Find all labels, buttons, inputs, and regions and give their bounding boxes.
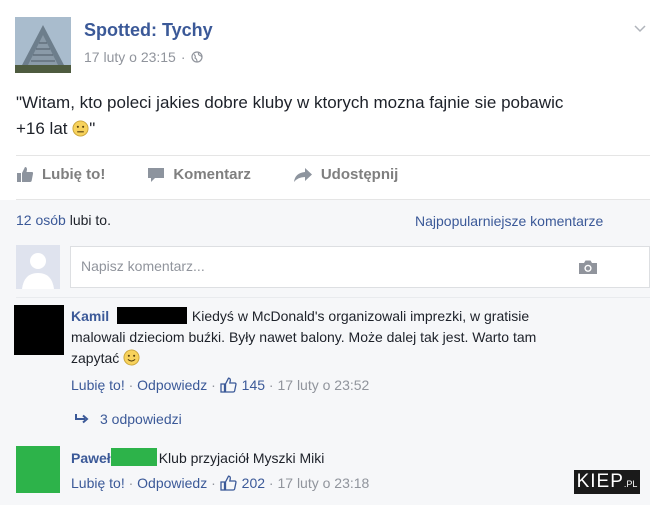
watermark-suffix: .PL bbox=[623, 479, 638, 489]
redaction-bar bbox=[117, 307, 188, 324]
post-text-end: " bbox=[89, 119, 96, 138]
building-image bbox=[15, 17, 71, 73]
comment-input[interactable] bbox=[79, 257, 563, 275]
comment-timestamp[interactable]: 17 luty o 23:18 bbox=[277, 475, 369, 491]
comment-text-part: malowali dzieciom buźki. Były nawet balo… bbox=[71, 329, 537, 345]
comment-like-link[interactable]: Lubię to! bbox=[71, 377, 125, 393]
comment-icon bbox=[148, 167, 165, 182]
comment-text: Kamil Kiedyś w McDonald's organizowali i… bbox=[71, 306, 631, 369]
sort-comments-link[interactable]: Najpopularniejsze komentarze bbox=[415, 213, 603, 229]
divider bbox=[16, 155, 650, 156]
post-meta: 17 luty o 23:15 · bbox=[84, 49, 203, 65]
divider bbox=[16, 199, 650, 200]
user-avatar bbox=[16, 245, 60, 289]
comment-button[interactable]: Komentarz bbox=[147, 166, 251, 183]
comment-button-label: Komentarz bbox=[173, 166, 251, 183]
comment-text-part: zapytać bbox=[71, 350, 120, 366]
like-button-label: Lubię to! bbox=[42, 166, 106, 183]
replies-count: 3 odpowiedzi bbox=[100, 411, 182, 427]
post-text: "Witam, kto poleci jakies dobre kluby w … bbox=[16, 90, 646, 142]
commenter-avatar[interactable] bbox=[16, 446, 60, 493]
post-text-line2: +16 lat bbox=[16, 119, 68, 138]
watermark-main: KIEP bbox=[576, 471, 624, 492]
comment-actions: Lubię to! · Odpowiedz · 145 · 17 luty o … bbox=[71, 377, 370, 393]
divider bbox=[16, 297, 650, 298]
comment-reply-link[interactable]: Odpowiedz bbox=[137, 475, 207, 491]
camera-icon[interactable] bbox=[578, 259, 598, 275]
thumbs-up-icon bbox=[220, 377, 237, 393]
thumbs-up-icon bbox=[17, 167, 34, 182]
chevron-down-icon[interactable] bbox=[634, 20, 646, 36]
comment-text-part: Klub przyjaciół Myszki Miki bbox=[158, 450, 325, 466]
comment-text-part: Kiedyś w McDonald's organizowali imprezk… bbox=[191, 308, 530, 324]
globe-icon bbox=[190, 51, 203, 63]
post-actions: Lubię to! Komentarz Udostępnij bbox=[16, 166, 440, 183]
post-text-line1: "Witam, kto poleci jakies dobre kluby w … bbox=[16, 93, 564, 112]
comment-actions: Lubię to! · Odpowiedz · 202 · 17 luty o … bbox=[71, 475, 370, 491]
smile-emoji-icon bbox=[123, 349, 140, 366]
meta-separator: · bbox=[180, 49, 186, 65]
comment-author[interactable]: Paweł bbox=[71, 450, 111, 466]
page-avatar[interactable] bbox=[15, 17, 71, 73]
post-card: Spotted: Tychy 17 luty o 23:15 · "Witam,… bbox=[0, 0, 650, 505]
comment-text: Paweł Klub przyjaciół Myszki Miki bbox=[71, 448, 631, 469]
comment-like-link[interactable]: Lubię to! bbox=[71, 475, 125, 491]
likes-count[interactable]: 12 osób bbox=[16, 212, 66, 228]
post-timestamp[interactable]: 17 luty o 23:15 bbox=[84, 49, 176, 65]
likes-summary[interactable]: 12 osób lubi to. bbox=[16, 212, 111, 228]
frown-emoji-icon bbox=[72, 120, 89, 137]
default-person-icon bbox=[16, 245, 60, 289]
comment-timestamp[interactable]: 17 luty o 23:52 bbox=[277, 377, 369, 393]
redaction-bar bbox=[110, 448, 157, 466]
page-name-link[interactable]: Spotted: Tychy bbox=[84, 20, 213, 41]
likes-rest: lubi to. bbox=[65, 212, 111, 228]
comment-author[interactable]: Kamil bbox=[71, 308, 109, 324]
share-icon bbox=[293, 167, 312, 182]
thumbs-up-icon bbox=[220, 475, 237, 491]
watermark-logo: KIEP.PL bbox=[574, 470, 640, 494]
commenter-avatar[interactable] bbox=[14, 305, 64, 355]
view-replies-link[interactable]: 3 odpowiedzi bbox=[74, 411, 182, 427]
like-button[interactable]: Lubię to! bbox=[16, 166, 105, 183]
reply-arrow-icon bbox=[75, 414, 89, 424]
comment-like-count[interactable]: 145 bbox=[242, 377, 265, 393]
share-button-label: Udostępnij bbox=[320, 166, 399, 183]
comment-reply-link[interactable]: Odpowiedz bbox=[137, 377, 207, 393]
comment-composer[interactable] bbox=[70, 246, 650, 288]
share-button[interactable]: Udostępnij bbox=[293, 166, 399, 183]
comment-like-count[interactable]: 202 bbox=[242, 475, 265, 491]
